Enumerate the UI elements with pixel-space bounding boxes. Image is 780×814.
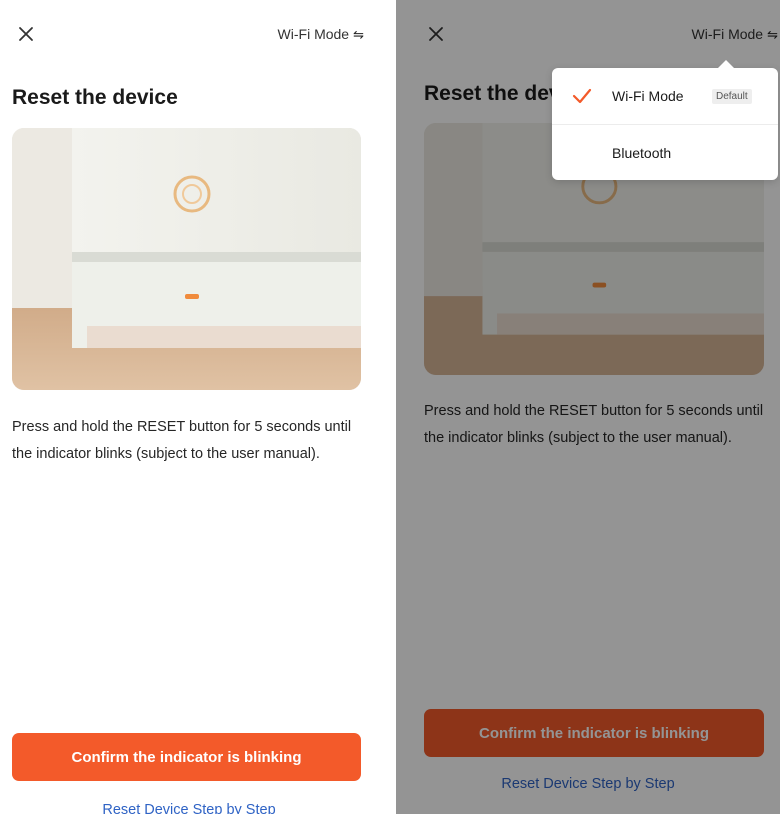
mode-dropdown: Wi-Fi Mode Default Bluetooth (552, 60, 778, 180)
mode-option-wifi[interactable]: Wi-Fi Mode Default (552, 68, 778, 124)
swap-arrows-icon: ⇋ (353, 26, 364, 42)
mode-option-label: Bluetooth (612, 144, 672, 161)
reset-screen-mode-menu-open: Wi-Fi Mode ⇋ Reset the device Press and … (396, 0, 780, 814)
mode-toggle-label: Wi-Fi Mode (277, 26, 350, 42)
confirm-blinking-button[interactable]: Confirm the indicator is blinking (12, 733, 361, 781)
device-hero-image (12, 128, 361, 390)
mode-toggle[interactable]: Wi-Fi Mode ⇋ (278, 26, 364, 42)
mode-option-label: Wi-Fi Mode (612, 88, 684, 104)
reset-instructions: Press and hold the RESET button for 5 se… (12, 419, 352, 462)
default-badge: Default (712, 89, 752, 104)
reset-screen: Wi-Fi Mode ⇋ Reset the device Press and … (0, 0, 378, 814)
close-icon[interactable] (12, 20, 40, 48)
page-title: Reset the device (12, 86, 178, 109)
reset-step-by-step-link[interactable]: Reset Device Step by Step (0, 802, 378, 814)
mode-option-bluetooth[interactable]: Bluetooth (552, 124, 778, 180)
checkmark-icon (572, 88, 592, 104)
